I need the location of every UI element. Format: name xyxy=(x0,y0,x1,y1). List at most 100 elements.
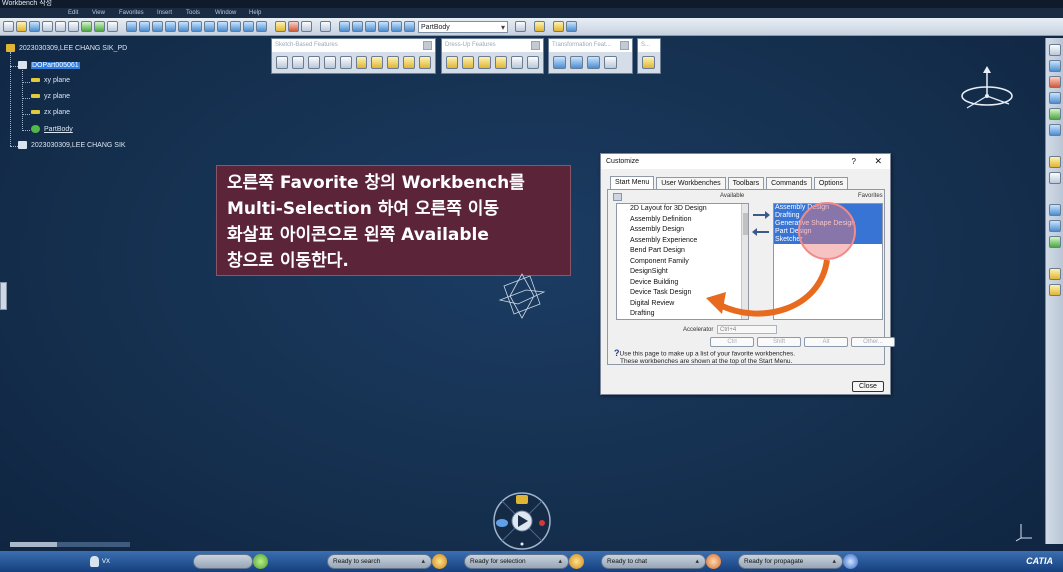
body-selector-dropdown[interactable]: PartBody xyxy=(418,20,508,33)
list-item[interactable]: Component Family xyxy=(617,257,748,268)
remove-loft-icon[interactable] xyxy=(419,56,432,69)
tree-xy-plane[interactable]: xy plane xyxy=(31,77,70,84)
list-item-selected[interactable]: Part Design xyxy=(774,228,882,236)
list-item[interactable]: Digital Review xyxy=(617,299,748,310)
list-item[interactable]: Device Task Design xyxy=(617,288,748,299)
zoom-in-icon[interactable] xyxy=(178,21,189,32)
measure-icon[interactable] xyxy=(1048,172,1061,184)
pattern-icon[interactable] xyxy=(587,56,600,69)
move-right-arrow-icon[interactable] xyxy=(751,210,771,220)
list-item[interactable]: 2D Layout for 3D Design xyxy=(617,204,748,215)
edge-fillet-icon[interactable] xyxy=(446,56,459,69)
list-item-selected[interactable]: Sketcher xyxy=(774,236,882,244)
zoom-out-icon[interactable] xyxy=(191,21,202,32)
curve-icon[interactable] xyxy=(1048,284,1061,296)
stiffener-icon[interactable] xyxy=(387,56,400,69)
close-icon[interactable] xyxy=(423,41,432,50)
apply-material-icon[interactable] xyxy=(404,21,415,32)
define-work-object-icon[interactable] xyxy=(515,21,526,32)
tree-yz-plane[interactable]: yz plane xyxy=(31,93,70,100)
menu-favorites[interactable]: Favorites xyxy=(119,10,157,16)
tree-collapse-handle[interactable] xyxy=(0,282,7,310)
shift-button[interactable]: Shift xyxy=(757,337,801,347)
pocket-icon[interactable] xyxy=(291,56,304,69)
slot-icon[interactable] xyxy=(371,56,384,69)
pan-icon[interactable] xyxy=(152,21,163,32)
thickness-icon[interactable] xyxy=(510,56,523,69)
menu-edit[interactable]: Edit xyxy=(68,10,92,16)
scrollbar[interactable] xyxy=(741,204,748,319)
menu-view[interactable]: View xyxy=(92,10,119,16)
copy-icon[interactable] xyxy=(55,21,66,32)
favorites-list[interactable]: Assembly Design Drafting Generative Shap… xyxy=(773,203,883,320)
translation-icon[interactable] xyxy=(553,56,566,69)
hole-icon[interactable] xyxy=(1048,92,1061,104)
loft-icon[interactable] xyxy=(403,56,416,69)
normal-view-icon[interactable] xyxy=(204,21,215,32)
alt-button[interactable]: Alt xyxy=(804,337,848,347)
tree-root-product[interactable]: 2023030309,LEE CHANG SIK_PD xyxy=(6,44,127,52)
fillet-icon[interactable] xyxy=(1048,108,1061,120)
fly-mode-icon[interactable] xyxy=(126,21,137,32)
cut-icon[interactable] xyxy=(42,21,53,32)
rotate-icon[interactable] xyxy=(165,21,176,32)
list-item[interactable]: Assembly Design xyxy=(617,225,748,236)
navigation-wheel-icon[interactable] xyxy=(490,489,554,551)
list-item[interactable]: Bend Part Design xyxy=(617,246,748,257)
constraint-icon[interactable] xyxy=(553,21,564,32)
scaling-icon[interactable] xyxy=(604,56,617,69)
scrollbar-thumb[interactable] xyxy=(10,542,57,547)
draft-icon[interactable] xyxy=(1048,124,1061,136)
taskbar-chat[interactable]: Ready to chat ▴ xyxy=(601,554,721,569)
chamfer-icon[interactable] xyxy=(462,56,475,69)
tree-root-product-2[interactable]: 2023030309,LEE CHANG SIK xyxy=(18,141,126,149)
fit-all-icon[interactable] xyxy=(139,21,150,32)
iso-view-icon[interactable] xyxy=(217,21,228,32)
measure-icon[interactable] xyxy=(301,21,312,32)
draft-icon[interactable] xyxy=(478,56,491,69)
tab-start-menu[interactable]: Start Menu xyxy=(610,176,655,189)
hole-icon[interactable] xyxy=(339,56,352,69)
tab-options[interactable]: Options xyxy=(813,177,849,189)
close-icon[interactable]: ✕ xyxy=(874,154,882,169)
list-item[interactable]: Drafting xyxy=(617,309,748,319)
menu-insert[interactable]: Insert xyxy=(157,10,186,16)
other-button[interactable]: Other... xyxy=(851,337,895,347)
rib-icon[interactable] xyxy=(355,56,368,69)
parameters-icon[interactable] xyxy=(365,21,376,32)
list-item[interactable]: Assembly Definition xyxy=(617,215,748,226)
save-icon[interactable] xyxy=(29,21,40,32)
sketcher-icon[interactable] xyxy=(1048,44,1061,56)
pad-icon[interactable] xyxy=(1048,60,1061,72)
paste-icon[interactable] xyxy=(68,21,79,32)
split-icon[interactable] xyxy=(642,56,655,69)
boolean-icon[interactable] xyxy=(1048,156,1061,168)
shaft-icon[interactable] xyxy=(307,56,320,69)
catalog-icon[interactable] xyxy=(275,21,286,32)
taskbar-search[interactable]: Ready to search ▴ xyxy=(327,554,447,569)
taskbar-user[interactable]: VX xyxy=(0,551,190,572)
tab-commands[interactable]: Commands xyxy=(766,177,812,189)
tree-zx-plane[interactable]: zx plane xyxy=(31,109,70,116)
tab-user-workbenches[interactable]: User Workbenches xyxy=(656,177,726,189)
swap-space-icon[interactable] xyxy=(256,21,267,32)
formula-icon[interactable] xyxy=(352,21,363,32)
list-item[interactable]: Device Building xyxy=(617,278,748,289)
tree-part[interactable]: DOPart005061 xyxy=(18,61,80,69)
list-item[interactable]: Assembly Experience xyxy=(617,236,748,247)
list-item-selected[interactable]: Drafting xyxy=(774,212,882,220)
pocket-icon[interactable] xyxy=(1048,76,1061,88)
tree-partbody[interactable]: PartBody xyxy=(31,125,73,133)
menu-tools[interactable]: Tools xyxy=(186,10,215,16)
list-item-selected[interactable]: Generative Shape Design xyxy=(774,220,882,228)
sketcher-icon[interactable] xyxy=(534,21,545,32)
close-icon[interactable] xyxy=(620,41,629,50)
menu-window[interactable]: Window xyxy=(215,10,249,16)
taskbar-selection[interactable]: Ready for selection ▴ xyxy=(464,554,584,569)
open-icon[interactable] xyxy=(16,21,27,32)
available-list[interactable]: 2D Layout for 3D Design Assembly Definit… xyxy=(616,203,749,320)
list-item[interactable]: DesignSight xyxy=(617,267,748,278)
hide-show-icon[interactable] xyxy=(243,21,254,32)
tab-toolbars[interactable]: Toolbars xyxy=(727,177,765,189)
move-left-arrow-icon[interactable] xyxy=(751,227,771,237)
